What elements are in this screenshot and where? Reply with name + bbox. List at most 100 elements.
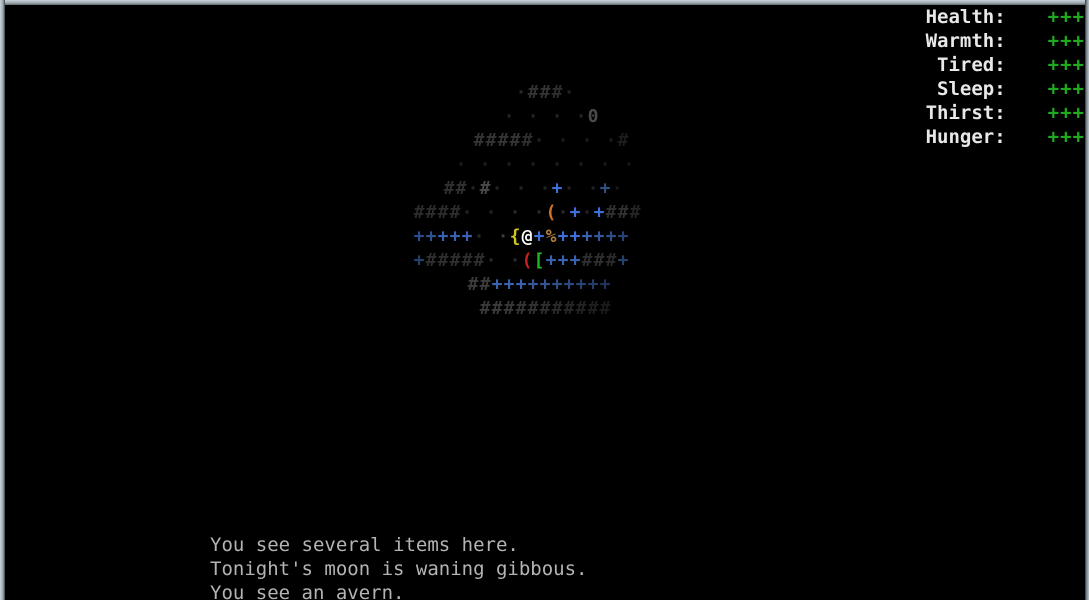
- status-meter: +++: [1047, 54, 1085, 76]
- grass-tile: +: [599, 178, 611, 199]
- wall-tile: #: [587, 298, 599, 319]
- terminal-viewport: ·###· · · · ·0 #####· · · ·# · · · · · · · …: [5, 5, 1085, 600]
- map-row: ·###·: [515, 81, 575, 105]
- status-label: Warmth:: [925, 30, 1006, 52]
- floor-tile: ·: [479, 154, 491, 175]
- floor-tile: [545, 129, 557, 153]
- grass-tile: +: [593, 202, 605, 223]
- floor-tile: ·: [581, 130, 593, 151]
- item-glyph[interactable]: [: [533, 249, 545, 273]
- window-frame-right: [1085, 0, 1089, 600]
- floor-tile: ·: [497, 226, 509, 247]
- wall-tile: #: [617, 130, 629, 151]
- map-row: ##·#· · ·+· ·+·: [443, 177, 623, 201]
- floor-tile: ·: [461, 202, 473, 223]
- wall-tile: #: [485, 130, 497, 151]
- grass-tile: +: [617, 250, 629, 271]
- floor-tile: [497, 249, 509, 273]
- status-panel: Health: +++ Warmth: +++ Tired: +++ Sleep: +++ Th…: [888, 5, 1085, 149]
- item-glyph[interactable]: %: [545, 225, 557, 249]
- map-row: +++++· ·{@+%++++++: [413, 225, 629, 249]
- grass-tile: +: [569, 202, 581, 223]
- grass-tile: +: [461, 226, 473, 247]
- grass-tile: +: [617, 226, 629, 247]
- wall-tile: #: [605, 250, 617, 271]
- grass-tile: +: [539, 274, 551, 295]
- message-line: Tonight's moon is waning gibbous.: [210, 558, 588, 580]
- status-row-sleep: Sleep: +++: [888, 77, 1085, 101]
- wall-tile: #: [509, 130, 521, 151]
- grass-tile: +: [557, 250, 569, 271]
- map-row: ####· · · ·(·+·+###: [413, 201, 641, 225]
- grass-tile: +: [437, 226, 449, 247]
- grass-tile: +: [515, 274, 527, 295]
- wall-tile: #: [443, 178, 455, 199]
- item-glyph[interactable]: {: [509, 225, 521, 249]
- floor-tile: [563, 153, 575, 177]
- floor-tile: ·: [515, 82, 527, 103]
- floor-tile: ·: [509, 250, 521, 271]
- status-row-hunger: Hunger: +++: [888, 125, 1085, 149]
- wall-tile: #: [527, 298, 539, 319]
- floor-tile: [491, 153, 503, 177]
- wall-tile: #: [413, 202, 425, 223]
- message-line: You see several items here.: [210, 534, 519, 556]
- floor-tile: ·: [605, 130, 617, 151]
- floor-tile: ·: [563, 178, 575, 199]
- creature-glyph[interactable]: 0: [587, 105, 599, 129]
- wall-tile: #: [461, 250, 473, 271]
- grass-tile: +: [449, 226, 461, 247]
- wall-tile: #: [527, 82, 539, 103]
- map-row: · · · · · · · ·: [455, 153, 635, 177]
- grass-tile: +: [605, 226, 617, 247]
- floor-tile: [497, 201, 509, 225]
- grass-tile: +: [527, 274, 539, 295]
- floor-tile: ·: [485, 202, 497, 223]
- floor-tile: ·: [587, 178, 599, 199]
- floor-tile: ·: [599, 154, 611, 175]
- wall-tile: #: [437, 202, 449, 223]
- status-row-thirst: Thirst: +++: [888, 101, 1085, 125]
- floor-tile: ·: [503, 106, 515, 127]
- item-glyph[interactable]: (: [545, 201, 557, 225]
- floor-tile: ·: [557, 130, 569, 151]
- floor-tile: ·: [467, 178, 479, 199]
- wall-tile: #: [437, 250, 449, 271]
- player-glyph[interactable]: @: [521, 225, 533, 249]
- wall-tile: #: [425, 202, 437, 223]
- wall-tile: #: [491, 298, 503, 319]
- grass-tile: +: [581, 226, 593, 247]
- item-glyph[interactable]: (: [521, 249, 533, 273]
- wall-tile: #: [521, 130, 533, 151]
- grass-tile: +: [491, 274, 503, 295]
- grass-tile: +: [587, 274, 599, 295]
- wall-tile: #: [593, 250, 605, 271]
- floor-tile: ·: [623, 154, 635, 175]
- wall-tile: #: [515, 298, 527, 319]
- wall-tile: #: [479, 178, 491, 199]
- floor-tile: [593, 129, 605, 153]
- floor-tile: ·: [533, 130, 545, 151]
- grass-tile: +: [533, 226, 545, 247]
- wall-tile: #: [473, 250, 485, 271]
- floor-tile: [587, 153, 599, 177]
- status-row-warmth: Warmth: +++: [888, 29, 1085, 53]
- wall-tile: #: [467, 274, 479, 295]
- floor-tile: [611, 153, 623, 177]
- grass-tile: +: [551, 274, 563, 295]
- floor-tile: [515, 105, 527, 129]
- message-line: You see an avern.: [210, 582, 405, 600]
- status-meter: +++: [1047, 102, 1085, 124]
- wall-tile: #: [449, 202, 461, 223]
- status-label: Sleep:: [937, 78, 1006, 100]
- status-meter: +++: [1047, 30, 1085, 52]
- wall-tile: #: [575, 298, 587, 319]
- floor-tile: ·: [515, 178, 527, 199]
- status-meter: +++: [1047, 6, 1085, 28]
- floor-tile: ·: [527, 154, 539, 175]
- wall-tile: #: [497, 130, 509, 151]
- wall-tile: #: [551, 298, 563, 319]
- grass-tile: +: [413, 250, 425, 271]
- floor-tile: [563, 105, 575, 129]
- message-log: You see several items here. Tonight's moo…: [210, 533, 1070, 600]
